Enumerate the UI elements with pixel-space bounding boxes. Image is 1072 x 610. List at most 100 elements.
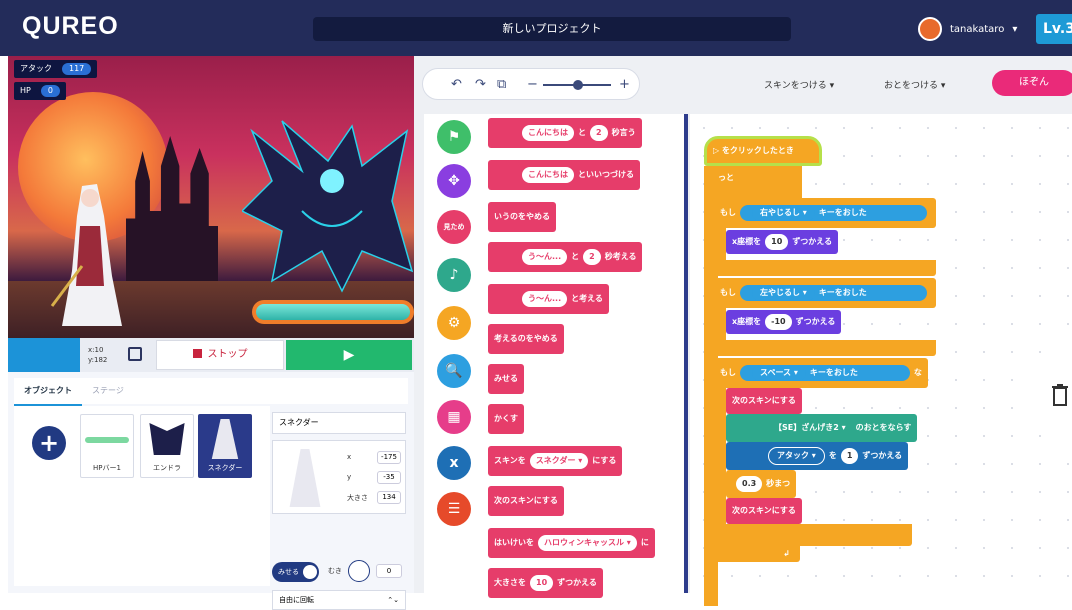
object-thumb-endra[interactable]: エンドラ xyxy=(140,414,194,478)
object-name-input[interactable]: スネクダー xyxy=(272,412,406,434)
username: tanakataro xyxy=(950,23,1005,35)
if-left-arrow-block[interactable]: もし左やじるし ▾キーをおしたなら xyxy=(712,278,936,327)
block-think[interactable]: う〜ん... と考える xyxy=(488,284,609,314)
object-info-card: x -175 y -35 大きさ 134 xyxy=(272,440,406,514)
script-workspace[interactable]: ▷ をクリックしたとき ずっと もし右やじるし ▾キーをおしたなら x座標を10… xyxy=(690,114,1072,606)
app-logo[interactable]: QUREO xyxy=(22,12,119,41)
block-text: もし xyxy=(720,208,736,217)
zoom-in-button[interactable]: + xyxy=(619,77,630,92)
hud-hp: HP 0 xyxy=(14,82,66,100)
category-variables-icon[interactable]: x xyxy=(437,446,471,480)
key-dropdown[interactable]: 右やじるし ▾ xyxy=(752,205,815,221)
add-sound-button[interactable]: おとをつける ▾ xyxy=(884,78,945,91)
save-button[interactable]: ほぞん xyxy=(992,70,1072,96)
key-condition[interactable]: 左やじるし ▾ キーをおした xyxy=(740,285,927,301)
redo-icon[interactable]: ↷ xyxy=(475,77,486,92)
key-condition[interactable]: スペース ▾ キーをおした xyxy=(740,365,910,381)
if-space-block[interactable]: もしスペース ▾キーをおしたなら xyxy=(712,358,928,407)
block-text: と xyxy=(578,128,586,137)
block-show[interactable]: みせる xyxy=(488,364,524,394)
block-arg[interactable]: ハロウィンキャッスル ▾ xyxy=(538,535,637,551)
category-lists-icon[interactable]: ☰ xyxy=(437,492,471,526)
category-events-icon[interactable]: ⚑ xyxy=(437,120,471,154)
play-button[interactable]: ▶ xyxy=(286,340,412,370)
block-text: と xyxy=(571,252,580,261)
block-think-for-secs[interactable]: う〜ん... と 2 秒考える xyxy=(488,242,643,272)
next-skin-block[interactable]: 次のスキンにする xyxy=(726,388,802,414)
block-set-skin[interactable]: スキンを スネクダー ▾ にする xyxy=(488,446,623,476)
block-arg[interactable]: -10 xyxy=(765,314,792,330)
next-skin-block-2[interactable]: 次のスキンにする xyxy=(726,498,802,524)
block-arg[interactable]: こんにちは xyxy=(522,125,574,141)
block-arg[interactable]: スネクダー ▾ xyxy=(529,453,589,469)
hat-block-when-clicked[interactable]: ▷ をクリックしたとき xyxy=(704,136,822,166)
block-text: 秒考える xyxy=(604,252,637,261)
x-field[interactable]: -175 xyxy=(377,451,401,464)
hud-attack-label: アタック xyxy=(20,64,52,73)
category-sound-icon[interactable]: ♪ xyxy=(437,258,471,292)
object-thumb-snekuda[interactable]: スネクダー xyxy=(198,414,252,478)
stop-icon xyxy=(192,349,202,358)
object-thumb-hpbar[interactable]: HPバー1 xyxy=(80,414,134,478)
flag-icon: ▷ xyxy=(713,146,722,155)
block-next-skin[interactable]: 次のスキンにする xyxy=(488,486,564,516)
block-stop-saying[interactable]: いうのをやめる xyxy=(488,202,556,232)
direction-dial[interactable] xyxy=(348,560,370,582)
user-menu[interactable]: tanakataro ▾ xyxy=(918,17,1017,41)
zoom-out-button[interactable]: − xyxy=(527,77,538,92)
variable-dropdown[interactable]: アタック ▾ xyxy=(768,447,825,465)
add-skin-button[interactable]: スキンをつける ▾ xyxy=(764,78,834,91)
block-arg[interactable]: こんにちは xyxy=(522,167,574,183)
block-say[interactable]: こんにちは といいつづける xyxy=(488,160,640,190)
block-arg[interactable]: 0.3 xyxy=(736,476,763,492)
visibility-toggle[interactable]: みせる xyxy=(272,562,319,582)
key-dropdown[interactable]: 左やじるし ▾ xyxy=(752,285,815,301)
block-set-backdrop[interactable]: はいけいを ハロウィンキャッスル ▾ に xyxy=(488,528,655,558)
sound-dropdown[interactable]: 【SE】ざんげき2 ▾ xyxy=(768,420,852,436)
block-change-size[interactable]: 大きさを 10 ずつかえる xyxy=(488,568,603,598)
y-field[interactable]: -35 xyxy=(377,471,401,484)
minimap[interactable] xyxy=(8,338,80,372)
rotation-select[interactable]: 自由に回転 ⌃⌄ xyxy=(272,590,406,610)
change-x-block[interactable]: x座標を -10 ずつかえる xyxy=(726,310,842,334)
key-dropdown[interactable]: スペース ▾ xyxy=(752,365,806,381)
block-arg[interactable]: 1 xyxy=(840,448,859,464)
heroine-thumbnail xyxy=(211,419,239,459)
direction-field[interactable]: 0 xyxy=(376,564,402,578)
block-arg[interactable]: う〜ん... xyxy=(522,249,568,265)
if-right-arrow-block[interactable]: もし右やじるし ▾キーをおしたなら xyxy=(712,198,936,247)
dragon-sprite[interactable] xyxy=(242,111,414,296)
category-motion-icon[interactable]: ✥ xyxy=(437,164,471,198)
block-hide[interactable]: かくす xyxy=(488,404,524,434)
copy-icon[interactable]: ⧉ xyxy=(497,77,506,92)
block-stop-thinking[interactable]: 考えるのをやめる xyxy=(488,324,564,354)
change-variable-block[interactable]: アタック ▾ を 1 ずつかえる xyxy=(726,442,909,470)
tab-objects[interactable]: オブジェクト xyxy=(14,378,82,406)
game-stage[interactable]: アタック 117 HP 0 xyxy=(8,56,414,338)
stop-label: ストップ xyxy=(207,349,248,360)
stop-button[interactable]: ストップ xyxy=(156,340,284,370)
block-arg[interactable]: 2 xyxy=(583,249,601,265)
block-arg[interactable]: 10 xyxy=(530,575,554,591)
category-control-icon[interactable]: ⚙ xyxy=(437,306,471,340)
fullscreen-icon[interactable] xyxy=(128,347,142,361)
heroine-sprite[interactable] xyxy=(42,176,132,336)
undo-icon[interactable]: ↶ xyxy=(451,77,462,92)
change-x-block[interactable]: x座標を 10 ずつかえる xyxy=(726,230,839,254)
size-field[interactable]: 134 xyxy=(377,491,401,504)
wait-block[interactable]: 0.3 秒まつ xyxy=(726,470,797,498)
play-sound-block[interactable]: 【SE】ざんげき2 ▾ のおとをならす xyxy=(726,414,918,442)
block-say-for-secs[interactable]: こんにちはと 2 秒言う xyxy=(488,118,642,148)
key-condition[interactable]: 右やじるし ▾ キーをおした xyxy=(740,205,927,221)
palette-scrollbar[interactable] xyxy=(684,114,688,593)
block-arg[interactable]: 2 xyxy=(590,125,608,141)
category-looks-icon[interactable]: 見ため xyxy=(437,210,471,244)
zoom-slider-handle[interactable] xyxy=(573,80,583,90)
category-operators-icon[interactable]: ▦ xyxy=(437,400,471,434)
tab-stage[interactable]: ステージ xyxy=(82,378,134,404)
category-sensing-icon[interactable]: 🔍 xyxy=(437,354,471,388)
block-arg[interactable]: う〜ん... xyxy=(522,291,568,307)
block-arg[interactable]: 10 xyxy=(765,234,789,250)
project-title[interactable]: 新しいプロジェクト xyxy=(313,17,791,41)
add-object-button[interactable]: + xyxy=(32,426,66,460)
